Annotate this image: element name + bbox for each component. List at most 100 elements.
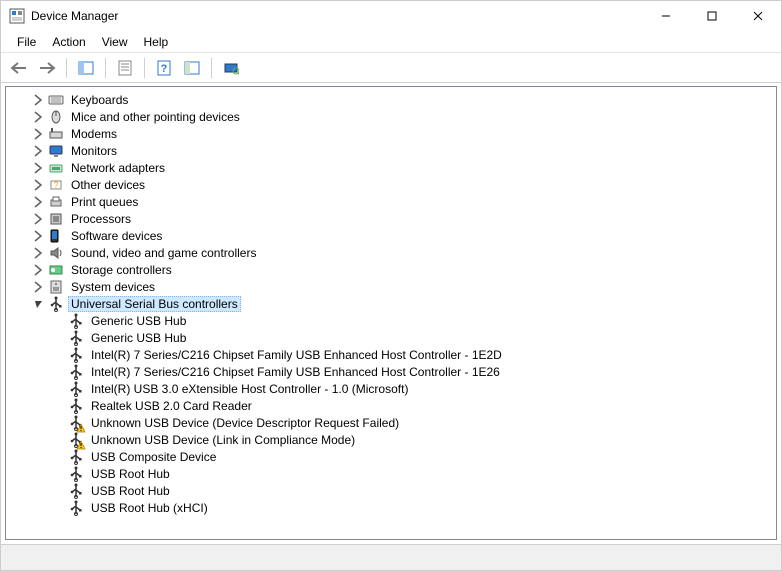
tree-category-label: Mice and other pointing devices	[68, 109, 243, 125]
toolbar: ?	[1, 53, 781, 83]
leaf-spacer	[52, 331, 66, 345]
tree-device[interactable]: Intel(R) 7 Series/C216 Chipset Family US…	[6, 346, 776, 363]
expand-arrow-icon[interactable]	[32, 144, 46, 158]
tree-category-label: Sound, video and game controllers	[68, 245, 259, 261]
minimize-button[interactable]	[643, 1, 689, 31]
leaf-spacer	[52, 348, 66, 362]
toolbar-help-button[interactable]: ?	[152, 56, 176, 80]
usb-icon	[68, 415, 84, 431]
expand-arrow-icon[interactable]	[32, 110, 46, 124]
expand-arrow-icon[interactable]	[32, 212, 46, 226]
tree-device[interactable]: USB Root Hub	[6, 465, 776, 482]
leaf-spacer	[52, 501, 66, 515]
tree-category[interactable]: Monitors	[6, 142, 776, 159]
tree-category[interactable]: Other devices	[6, 176, 776, 193]
tree-category-label: Storage controllers	[68, 262, 175, 278]
leaf-spacer	[52, 467, 66, 481]
toolbar-scan-button[interactable]	[219, 56, 243, 80]
tree-category[interactable]: Print queues	[6, 193, 776, 210]
expand-arrow-icon[interactable]	[32, 195, 46, 209]
maximize-button[interactable]	[689, 1, 735, 31]
tree-category[interactable]: Universal Serial Bus controllers	[6, 295, 776, 312]
menubar: File Action View Help	[1, 31, 781, 53]
toolbar-back-button[interactable]	[7, 56, 31, 80]
expand-arrow-icon[interactable]	[32, 93, 46, 107]
leaf-spacer	[52, 433, 66, 447]
device-tree[interactable]: KeyboardsMice and other pointing devices…	[6, 87, 776, 539]
tree-device[interactable]: Unknown USB Device (Device Descriptor Re…	[6, 414, 776, 431]
expand-arrow-icon[interactable]	[32, 246, 46, 260]
expand-arrow-icon[interactable]	[32, 127, 46, 141]
svg-text:?: ?	[161, 63, 168, 75]
close-button[interactable]	[735, 1, 781, 31]
system-icon	[48, 279, 64, 295]
tree-device[interactable]: Intel(R) USB 3.0 eXtensible Host Control…	[6, 380, 776, 397]
usb-icon	[68, 432, 84, 448]
toolbar-properties-button[interactable]	[113, 56, 137, 80]
toolbar-console-tree-button[interactable]	[74, 56, 98, 80]
tree-device[interactable]: Intel(R) 7 Series/C216 Chipset Family US…	[6, 363, 776, 380]
leaf-spacer	[52, 484, 66, 498]
mouse-icon	[48, 109, 64, 125]
tree-category[interactable]: Software devices	[6, 227, 776, 244]
tree-device[interactable]: Realtek USB 2.0 Card Reader	[6, 397, 776, 414]
toolbar-refresh-button[interactable]	[180, 56, 204, 80]
tree-category-label: Keyboards	[68, 92, 131, 108]
tree-device-label: Generic USB Hub	[88, 313, 189, 329]
leaf-spacer	[52, 314, 66, 328]
tree-category-label: Universal Serial Bus controllers	[68, 296, 241, 312]
menu-help[interactable]: Help	[136, 33, 177, 51]
tree-category-label: System devices	[68, 279, 158, 295]
tree-category[interactable]: Modems	[6, 125, 776, 142]
tree-category[interactable]: Sound, video and game controllers	[6, 244, 776, 261]
toolbar-forward-button[interactable]	[35, 56, 59, 80]
tree-category[interactable]: Network adapters	[6, 159, 776, 176]
usb-icon	[68, 449, 84, 465]
menu-view[interactable]: View	[94, 33, 136, 51]
expand-arrow-icon[interactable]	[32, 178, 46, 192]
tree-device[interactable]: Generic USB Hub	[6, 329, 776, 346]
tree-category[interactable]: Mice and other pointing devices	[6, 108, 776, 125]
expand-arrow-icon[interactable]	[32, 229, 46, 243]
tree-category[interactable]: Keyboards	[6, 91, 776, 108]
toolbar-separator	[144, 58, 145, 78]
tree-device-label: USB Root Hub	[88, 483, 173, 499]
other-icon	[48, 177, 64, 193]
tree-category[interactable]: System devices	[6, 278, 776, 295]
usb-icon	[68, 483, 84, 499]
leaf-spacer	[52, 450, 66, 464]
tree-category[interactable]: Storage controllers	[6, 261, 776, 278]
tree-device[interactable]: USB Composite Device	[6, 448, 776, 465]
sound-icon	[48, 245, 64, 261]
tree-device-label: USB Root Hub	[88, 466, 173, 482]
tree-device-label: USB Root Hub (xHCI)	[88, 500, 211, 516]
leaf-spacer	[52, 382, 66, 396]
statusbar	[1, 544, 781, 570]
modem-icon	[48, 126, 64, 142]
expand-arrow-icon[interactable]	[32, 161, 46, 175]
keyboard-icon	[48, 92, 64, 108]
app-icon	[9, 8, 25, 24]
usb-icon	[68, 313, 84, 329]
expand-arrow-icon[interactable]	[32, 297, 46, 311]
tree-device[interactable]: USB Root Hub (xHCI)	[6, 499, 776, 516]
tree-category-label: Monitors	[68, 143, 120, 159]
printer-icon	[48, 194, 64, 210]
leaf-spacer	[52, 399, 66, 413]
window-controls	[643, 1, 781, 31]
tree-category[interactable]: Processors	[6, 210, 776, 227]
menu-file[interactable]: File	[9, 33, 44, 51]
device-tree-frame: KeyboardsMice and other pointing devices…	[5, 86, 777, 540]
tree-device[interactable]: Unknown USB Device (Link in Compliance M…	[6, 431, 776, 448]
window-title: Device Manager	[31, 9, 643, 23]
menu-action[interactable]: Action	[44, 33, 93, 51]
tree-device-label: Unknown USB Device (Link in Compliance M…	[88, 432, 358, 448]
tree-category-label: Other devices	[68, 177, 148, 193]
leaf-spacer	[52, 365, 66, 379]
tree-device-label: Intel(R) USB 3.0 eXtensible Host Control…	[88, 381, 411, 397]
expand-arrow-icon[interactable]	[32, 280, 46, 294]
tree-device[interactable]: Generic USB Hub	[6, 312, 776, 329]
tree-device[interactable]: USB Root Hub	[6, 482, 776, 499]
expand-arrow-icon[interactable]	[32, 263, 46, 277]
software-icon	[48, 228, 64, 244]
